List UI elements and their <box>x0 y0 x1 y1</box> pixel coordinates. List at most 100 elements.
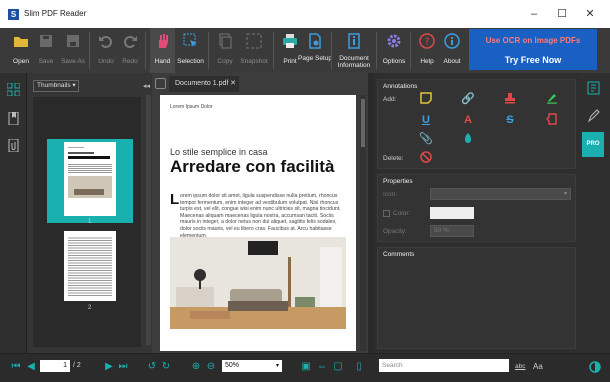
selection-tool-button[interactable]: Selection <box>177 28 204 73</box>
opacity-value: 50 % <box>434 227 449 234</box>
color-checkbox[interactable] <box>383 210 390 217</box>
page-title: Arredare con facilità <box>170 157 335 176</box>
scrollbar-thumb[interactable] <box>361 99 365 147</box>
last-page-icon[interactable]: ⏭ <box>117 361 129 373</box>
about-button[interactable]: About <box>441 28 463 73</box>
document-information-button[interactable]: Document Information <box>337 28 371 73</box>
previous-page-icon[interactable]: ◀ <box>25 361 37 373</box>
options-button[interactable]: Options <box>382 28 406 73</box>
fit-page-icon[interactable]: ▣ <box>300 361 312 373</box>
callout-icon[interactable] <box>545 113 559 127</box>
tab-close-icon[interactable]: ✕ <box>230 76 236 92</box>
fit-width-icon[interactable]: ⇔ <box>316 361 328 373</box>
sound-icon[interactable] <box>461 132 475 146</box>
page-total: / 2 <box>73 362 81 369</box>
comments-section: Comments <box>377 247 576 349</box>
signature-pen-icon[interactable] <box>587 109 601 123</box>
copy-button[interactable]: Copy <box>214 28 236 73</box>
promo-try-free[interactable]: Try Free Now <box>469 55 597 65</box>
icon-select[interactable]: ▾ <box>430 188 571 200</box>
hand-icon <box>158 34 168 48</box>
hand-tool-button[interactable]: Hand <box>150 28 175 73</box>
open-button[interactable]: Open <box>8 28 34 73</box>
help-button[interactable]: ? Help <box>416 28 438 73</box>
highlighter-icon[interactable] <box>545 92 559 106</box>
theme-toggle-icon[interactable] <box>589 361 601 373</box>
annotations-section: Annotations Add: 🔗 U A S 📎 Delete: <box>377 79 576 169</box>
page-number-input[interactable]: 1 <box>40 360 70 372</box>
thumbnail-page-2[interactable] <box>64 231 116 301</box>
bookmarks-icon[interactable] <box>7 112 20 125</box>
copy-icon <box>219 33 232 49</box>
sticky-note-icon[interactable] <box>419 92 433 106</box>
document-area: Documento 1.pdf ✕ Lorem Ipsum Dolor Lo s… <box>152 73 368 353</box>
single-page-icon[interactable]: ▯ <box>353 361 365 373</box>
left-rail <box>0 73 27 353</box>
annotations-panel: Annotations Add: 🔗 U A S 📎 Delete: Prope… <box>375 73 580 353</box>
document-information-label: Document Information <box>337 55 371 69</box>
home-icon[interactable] <box>155 78 166 89</box>
thumbnail-number: 1 <box>88 219 92 225</box>
opacity-spinner[interactable]: 50 % <box>430 225 474 237</box>
match-font-toggle[interactable]: Aa <box>533 362 543 371</box>
undo-button[interactable]: Undo <box>95 28 117 73</box>
ocr-promo-banner[interactable]: Use OCR on Image PDFs Try Free Now <box>469 29 597 70</box>
document-tab-title: Documento 1.pdf <box>175 80 229 87</box>
options-label: Options <box>382 58 406 65</box>
delete-annotation-icon[interactable] <box>419 151 433 165</box>
icon-label: Icon: <box>383 191 398 198</box>
page-setup-label: Page Setup <box>298 55 332 62</box>
document-scrollbar[interactable] <box>360 95 366 351</box>
close-button[interactable]: ✕ <box>583 7 597 21</box>
minimize-button[interactable]: – <box>527 7 541 21</box>
redo-button[interactable]: Redo <box>119 28 141 73</box>
snapshot-button[interactable]: Snapshot <box>240 28 268 73</box>
title-bar: S Slim PDF Reader – ☐ ✕ <box>0 0 610 28</box>
info-document-icon <box>348 33 360 49</box>
rotate-right-icon[interactable]: ↻ <box>160 361 172 373</box>
annotations-panel-icon[interactable] <box>587 81 601 95</box>
text-icon[interactable]: A <box>461 113 475 127</box>
stamp-icon[interactable] <box>503 92 517 106</box>
zoom-in-icon[interactable]: ⊕ <box>190 361 202 373</box>
underline-icon[interactable]: U <box>419 113 433 127</box>
strikethrough-icon[interactable]: S <box>503 113 517 127</box>
pro-badge[interactable]: PRO <box>582 132 604 157</box>
zoom-select[interactable]: 50% ▾ <box>222 360 282 372</box>
collapse-panel-icon[interactable]: ◂◂ <box>143 82 150 90</box>
page-setup-icon <box>309 33 321 49</box>
interior-photo <box>170 237 346 329</box>
print-button[interactable]: Print <box>279 28 301 73</box>
thumbnails-panel: Thumbnails ▾ ◂◂ 1 2 <box>27 73 152 353</box>
attachments-icon[interactable] <box>7 139 20 152</box>
document-tab[interactable]: Documento 1.pdf ✕ <box>169 76 239 92</box>
promo-line-1: Use OCR on Image PDFs <box>485 36 581 45</box>
zoom-out-icon[interactable]: ⊖ <box>205 361 217 373</box>
thumbnail-page-1[interactable] <box>64 142 116 216</box>
thumbnails-scrollbar[interactable] <box>146 95 151 345</box>
thumbnails-grid-icon[interactable] <box>7 83 20 96</box>
status-bar: ⏮ ◀ 1 / 2 ▶ ⏭ ↺ ↻ ⊕ ⊖ 50% ▾ ▣ ⇔ ▢ ▯ Searc… <box>0 353 610 382</box>
undo-icon <box>99 36 112 48</box>
panel-mode-select[interactable]: Thumbnails ▾ <box>33 80 79 92</box>
attach-file-icon[interactable]: 📎 <box>419 132 433 146</box>
first-page-icon[interactable]: ⏮ <box>10 361 22 373</box>
about-label: About <box>443 58 461 65</box>
snapshot-icon <box>246 33 262 49</box>
printer-icon <box>283 34 297 48</box>
page-setup-button[interactable]: Page Setup <box>298 28 332 73</box>
maximize-button[interactable]: ☐ <box>555 7 569 21</box>
actual-size-icon[interactable]: ▢ <box>332 361 344 373</box>
save-button[interactable]: Save <box>35 28 57 73</box>
match-case-toggle[interactable]: abc <box>515 363 525 370</box>
next-page-icon[interactable]: ▶ <box>103 361 115 373</box>
save-as-label: Save As <box>61 58 85 65</box>
link-icon[interactable]: 🔗 <box>461 92 475 106</box>
redo-label: Redo <box>122 58 138 65</box>
color-swatch[interactable] <box>430 207 474 219</box>
search-input[interactable]: Search <box>379 359 509 372</box>
rotate-left-icon[interactable]: ↺ <box>146 361 158 373</box>
thumbnail-number: 2 <box>88 305 92 311</box>
save-as-button[interactable]: Save As <box>60 28 86 73</box>
drop-cap: L <box>170 191 180 208</box>
